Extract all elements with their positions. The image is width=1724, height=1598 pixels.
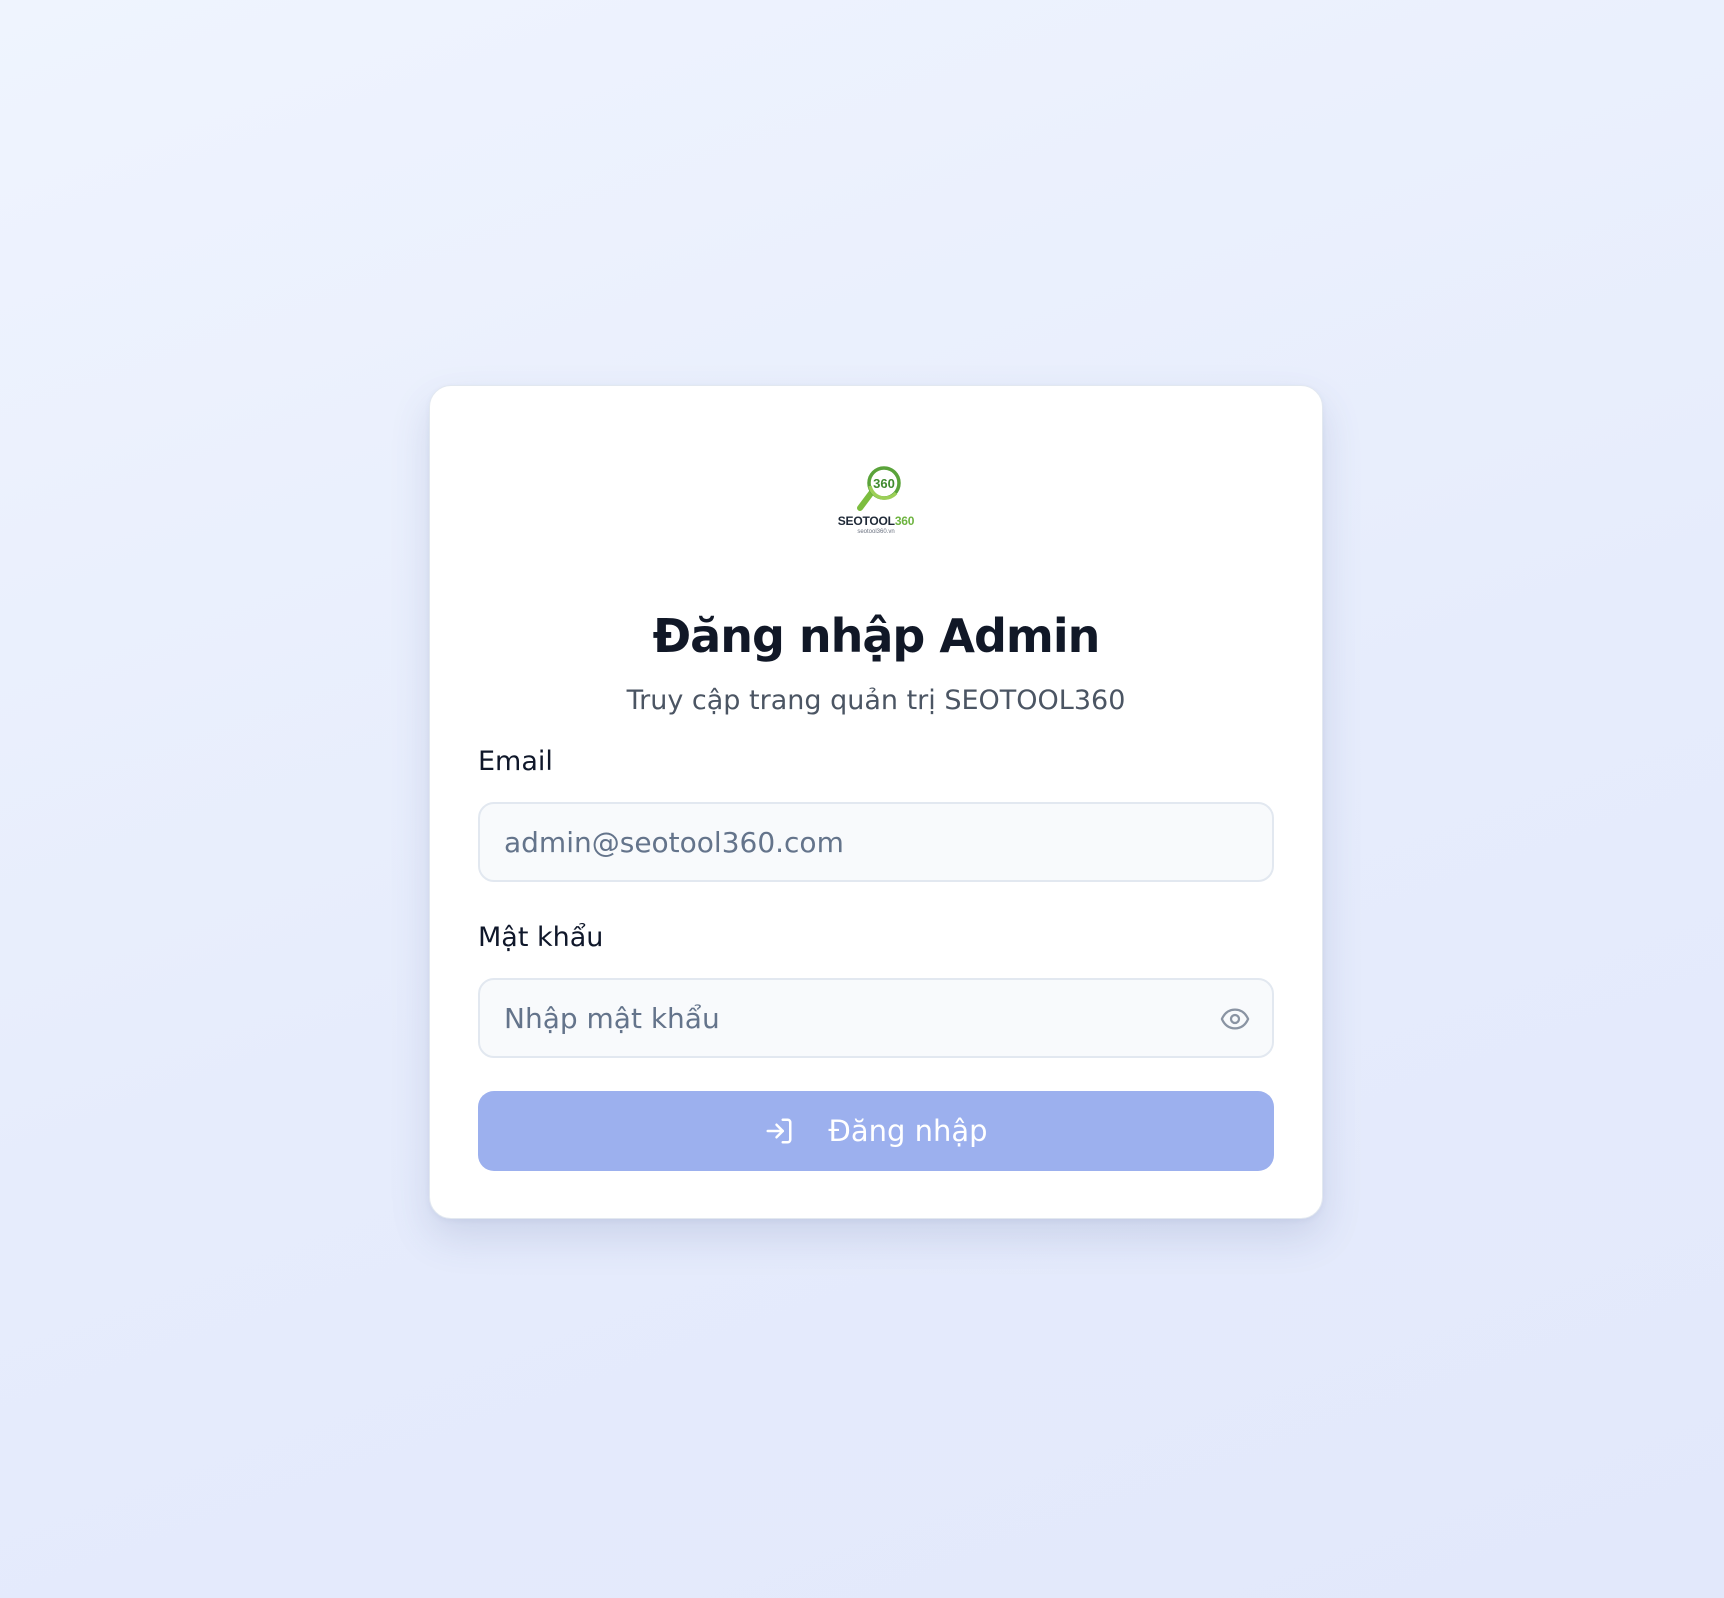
login-button-label: Đăng nhập <box>828 1114 988 1148</box>
password-field-wrapper <box>478 978 1274 1058</box>
sign-in-icon <box>764 1116 794 1146</box>
page-title: Đăng nhập Admin <box>652 609 1101 663</box>
login-button[interactable]: Đăng nhập <box>478 1091 1274 1171</box>
logo-wordmark-main: SEOTOOL <box>837 514 895 528</box>
eye-icon[interactable] <box>1220 1004 1250 1034</box>
email-input[interactable] <box>504 804 1204 880</box>
login-card: 360 SEOTOOL360 seotool360.vn Đăng nhập A… <box>429 385 1323 1219</box>
logo-wordmark: SEOTOOL360 <box>821 514 931 528</box>
password-input[interactable] <box>504 980 1204 1056</box>
email-label: Email <box>478 746 553 777</box>
brand-logo: 360 SEOTOOL360 seotool360.vn <box>821 464 931 540</box>
email-field-wrapper <box>478 802 1274 882</box>
logo-badge-text: 360 <box>873 476 895 491</box>
magnifier-360-icon: 360 <box>857 466 901 511</box>
password-label: Mật khẩu <box>478 922 604 953</box>
logo-domain: seotool360.vn <box>857 529 895 535</box>
logo-wordmark-accent: 360 <box>894 514 915 528</box>
page-subtitle: Truy cập trang quản trị SEOTOOL360 <box>626 685 1126 716</box>
